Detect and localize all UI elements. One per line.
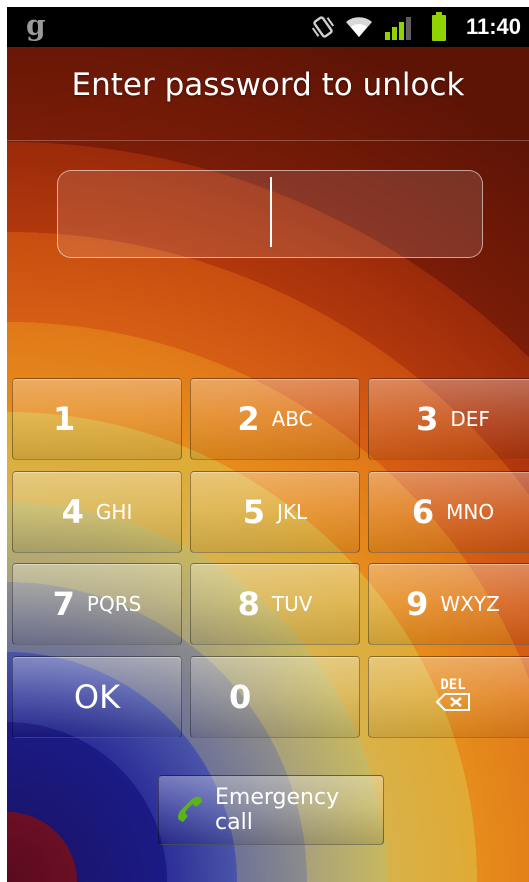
key-4[interactable]: 4 GHI xyxy=(12,471,182,553)
password-field[interactable] xyxy=(57,170,483,258)
key-0[interactable]: 0 xyxy=(190,656,360,738)
ok-label: OK xyxy=(73,678,121,716)
key-8-letters: TUV xyxy=(271,592,313,616)
key-9-number: 9 xyxy=(406,585,429,623)
wifi-icon xyxy=(344,13,374,43)
delete-button[interactable]: DEL xyxy=(368,656,529,738)
key-5-number: 5 xyxy=(242,493,266,531)
phone-icon xyxy=(173,793,207,827)
key-0-number: 0 xyxy=(229,678,252,716)
key-4-number: 4 xyxy=(61,493,84,531)
divider xyxy=(7,140,529,141)
battery-icon xyxy=(431,12,447,46)
page-title: Enter password to unlock xyxy=(71,67,465,103)
key-5-letters: JKL xyxy=(277,500,308,524)
key-6[interactable]: 6 MNO xyxy=(368,471,529,553)
vibrate-icon xyxy=(310,15,336,43)
backspace-icon xyxy=(435,692,471,716)
key-6-letters: MNO xyxy=(446,500,495,524)
key-8[interactable]: 8 TUV xyxy=(190,563,360,645)
key-3-number: 3 xyxy=(416,400,439,438)
clock: 11:40 xyxy=(465,14,521,39)
status-bar: g 11:40 xyxy=(7,7,529,47)
delete-key-content: DEL xyxy=(435,678,471,716)
key-7-letters: PQRS xyxy=(86,592,142,616)
key-7[interactable]: 7 PQRS xyxy=(12,563,182,645)
key-6-number: 6 xyxy=(411,493,435,531)
signal-icon xyxy=(384,15,412,45)
key-2-number: 2 xyxy=(237,400,260,438)
key-9-letters: WXYZ xyxy=(440,592,500,616)
key-3[interactable]: 3 DEF xyxy=(368,378,529,460)
key-3-letters: DEF xyxy=(450,407,490,431)
delete-label: DEL xyxy=(440,677,466,693)
ok-button[interactable]: OK xyxy=(12,656,182,738)
lock-screen: g 11:40 Enter password to unlock 1 2 ABC… xyxy=(7,7,529,882)
key-7-number: 7 xyxy=(52,585,75,623)
text-cursor xyxy=(270,177,272,247)
key-9[interactable]: 9 WXYZ xyxy=(368,563,529,645)
key-1-number: 1 xyxy=(53,400,76,438)
emergency-call-label: Emergency call xyxy=(215,785,340,835)
app-notification-icon: g xyxy=(26,9,46,42)
key-5[interactable]: 5 JKL xyxy=(190,471,360,553)
key-1[interactable]: 1 xyxy=(12,378,182,460)
key-4-letters: GHI xyxy=(95,500,133,524)
key-8-number: 8 xyxy=(237,585,260,623)
key-2[interactable]: 2 ABC xyxy=(190,378,360,460)
emergency-call-button[interactable]: Emergency call xyxy=(158,775,384,845)
key-2-letters: ABC xyxy=(271,407,313,431)
